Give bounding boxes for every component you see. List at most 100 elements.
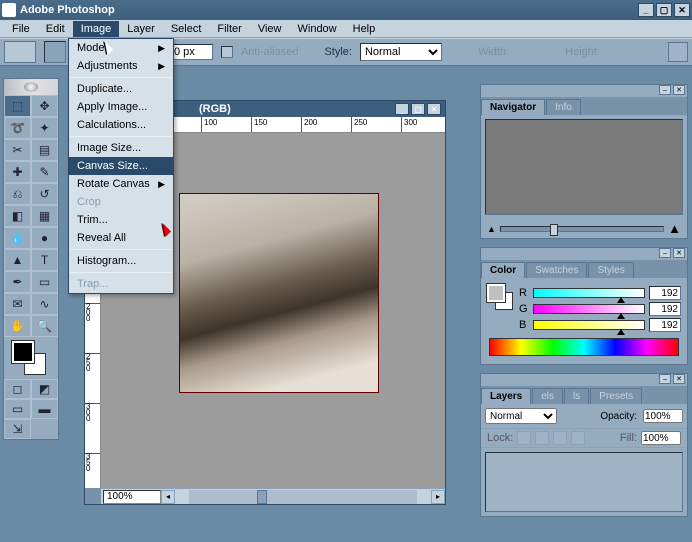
opacity-input[interactable] [643, 409, 683, 423]
tool-path-select[interactable]: ▲ [4, 249, 31, 271]
color-spectrum[interactable] [489, 338, 679, 356]
screen-full-menus[interactable]: ▬ [31, 399, 58, 419]
menu-layer[interactable]: Layer [119, 21, 163, 37]
minimize-button[interactable]: _ [638, 3, 654, 17]
menu-help[interactable]: Help [345, 21, 384, 37]
b-slider[interactable] [533, 320, 645, 330]
tab-layers-trunc[interactable]: els [532, 388, 563, 404]
palette-well-button[interactable] [668, 42, 688, 62]
menu-select[interactable]: Select [163, 21, 210, 37]
style-select[interactable]: Normal [360, 43, 442, 61]
tool-crop[interactable]: ✂ [4, 139, 31, 161]
tab-color-swatches[interactable]: Swatches [526, 262, 587, 278]
tool-shape[interactable]: ▭ [31, 271, 58, 293]
tool-stamp[interactable]: ⎌ [4, 183, 31, 205]
tool-history-brush[interactable]: ↺ [31, 183, 58, 205]
tab-layers-trunc[interactable]: ls [564, 388, 589, 404]
screen-standard[interactable]: ▭ [4, 399, 31, 419]
menuitem-image-size-[interactable]: Image Size... [69, 139, 173, 157]
menuitem-mode[interactable]: Mode▶ [69, 39, 173, 57]
close-button[interactable]: ✕ [674, 3, 690, 17]
quickmask-off[interactable]: ◻ [4, 379, 31, 399]
menuitem-trim-[interactable]: Trim... [69, 211, 173, 229]
tool-healing[interactable]: ✚ [4, 161, 31, 183]
tool-blur[interactable]: 💧 [4, 227, 31, 249]
navigator-preview[interactable] [485, 119, 683, 215]
zoom-field[interactable]: 100% [103, 490, 161, 504]
r-slider[interactable] [533, 288, 645, 298]
menuitem-duplicate-[interactable]: Duplicate... [69, 80, 173, 98]
panel-collapse-button[interactable]: – [659, 248, 671, 258]
lock-position-button[interactable] [553, 431, 567, 445]
blend-mode-select[interactable]: Normal [485, 408, 557, 424]
menu-file[interactable]: File [4, 21, 38, 37]
maximize-button[interactable]: ▢ [656, 3, 672, 17]
menuitem-calculations-[interactable]: Calculations... [69, 116, 173, 134]
tab-color-color[interactable]: Color [481, 262, 525, 278]
tool-pen[interactable]: ✒ [4, 271, 31, 293]
tab-nav-info[interactable]: Info [546, 99, 581, 115]
h-scrollbar[interactable] [189, 490, 417, 504]
tool-move[interactable]: ✥ [31, 95, 58, 117]
panel-collapse-button[interactable]: – [659, 374, 671, 384]
h-scroll-thumb[interactable] [257, 490, 267, 504]
tool-notes[interactable]: ✉ [4, 293, 31, 315]
tool-eyedropper[interactable]: ∿ [31, 293, 58, 315]
toolbox-header[interactable] [4, 79, 58, 95]
tool-wand[interactable]: ✦ [31, 117, 58, 139]
r-input[interactable] [649, 286, 681, 300]
tool-marquee[interactable]: ⬚ [4, 95, 31, 117]
foreground-color-swatch[interactable] [12, 341, 34, 363]
lock-transparency-button[interactable] [517, 431, 531, 445]
menu-filter[interactable]: Filter [209, 21, 249, 37]
zoom-out-icon[interactable]: ▲ [487, 224, 496, 234]
quickmask-on[interactable]: ◩ [31, 379, 58, 399]
navigator-zoom-slider[interactable] [500, 226, 664, 232]
menu-edit[interactable]: Edit [38, 21, 73, 37]
tool-brush[interactable]: ✎ [31, 161, 58, 183]
tool-zoom[interactable]: 🔍 [31, 315, 58, 337]
menuitem-adjustments[interactable]: Adjustments▶ [69, 57, 173, 75]
lock-all-button[interactable] [571, 431, 585, 445]
antialiased-checkbox[interactable] [221, 46, 233, 58]
tool-hand[interactable]: ✋ [4, 315, 31, 337]
menuitem-canvas-size-[interactable]: Canvas Size... [69, 157, 173, 175]
tool-preset-picker[interactable] [4, 41, 36, 63]
scroll-left-button[interactable]: ◂ [161, 490, 175, 504]
tool-dodge[interactable]: ● [31, 227, 58, 249]
canvas-image[interactable] [179, 193, 379, 393]
tab-nav-navigator[interactable]: Navigator [481, 99, 545, 115]
marquee-rect-icon[interactable] [44, 41, 66, 63]
menu-window[interactable]: Window [290, 21, 345, 37]
tool-slice[interactable]: ▤ [31, 139, 58, 161]
color-panel-swatches[interactable] [487, 284, 513, 310]
menu-image[interactable]: Image [73, 21, 120, 37]
screen-full[interactable]: ⇲ [4, 419, 31, 439]
tool-type[interactable]: T [31, 249, 58, 271]
lock-image-button[interactable] [535, 431, 549, 445]
fill-input[interactable] [641, 431, 681, 445]
menuitem-rotate-canvas[interactable]: Rotate Canvas▶ [69, 175, 173, 193]
tab-layers-trunc[interactable]: Presets [590, 388, 642, 404]
feather-input[interactable] [171, 44, 213, 60]
menuitem-histogram-[interactable]: Histogram... [69, 252, 173, 270]
panel-close-button[interactable]: ✕ [673, 85, 685, 95]
doc-close-button[interactable]: ✕ [427, 103, 441, 115]
tool-lasso[interactable]: ➰ [4, 117, 31, 139]
panel-close-button[interactable]: ✕ [673, 248, 685, 258]
doc-minimize-button[interactable]: _ [395, 103, 409, 115]
menuitem-apply-image-[interactable]: Apply Image... [69, 98, 173, 116]
tool-gradient[interactable]: ▦ [31, 205, 58, 227]
g-input[interactable] [649, 302, 681, 316]
tab-color-styles[interactable]: Styles [588, 262, 633, 278]
menu-view[interactable]: View [250, 21, 290, 37]
tab-layers-layers[interactable]: Layers [481, 388, 531, 404]
scroll-right-button[interactable]: ▸ [431, 490, 445, 504]
panel-close-button[interactable]: ✕ [673, 374, 685, 384]
doc-maximize-button[interactable]: ▢ [411, 103, 425, 115]
zoom-in-icon[interactable]: ▲ [668, 221, 681, 236]
panel-collapse-button[interactable]: – [659, 85, 671, 95]
b-input[interactable] [649, 318, 681, 332]
g-slider[interactable] [533, 304, 645, 314]
menuitem-reveal-all[interactable]: Reveal All [69, 229, 173, 247]
